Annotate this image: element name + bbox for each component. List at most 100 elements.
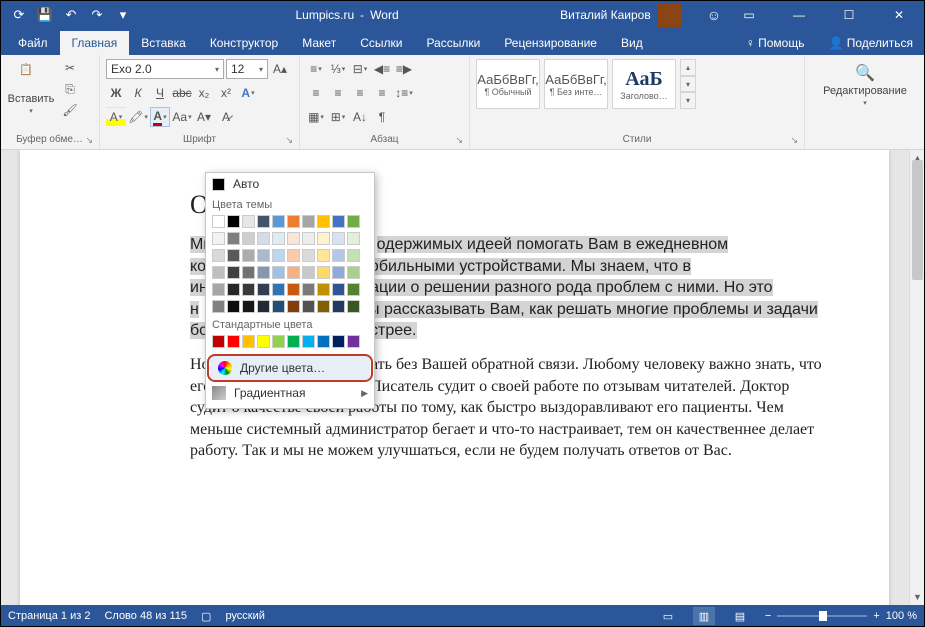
copy-button[interactable]: ⎘	[60, 80, 80, 98]
zoom-in[interactable]: +	[873, 610, 879, 622]
color-swatch[interactable]	[227, 266, 240, 279]
vertical-scrollbar[interactable]: ▲ ▼	[909, 150, 925, 605]
color-swatch[interactable]	[227, 300, 240, 313]
color-swatch[interactable]	[347, 300, 360, 313]
color-swatch[interactable]	[242, 215, 255, 228]
color-swatch[interactable]	[212, 300, 225, 313]
tab-review[interactable]: Рецензирование	[492, 31, 609, 55]
line-spacing[interactable]: ↕≡	[394, 83, 414, 103]
align-center[interactable]: ≡	[328, 83, 348, 103]
clipboard-launcher[interactable]: ↘	[85, 135, 93, 146]
color-swatch[interactable]	[272, 283, 285, 296]
color-swatch[interactable]	[287, 232, 300, 245]
color-swatch[interactable]	[302, 266, 315, 279]
tab-share[interactable]: 👤 Поделиться	[816, 31, 925, 55]
color-swatch[interactable]	[272, 215, 285, 228]
color-swatch[interactable]	[287, 283, 300, 296]
minimize-button[interactable]: —	[777, 0, 821, 30]
tab-help[interactable]: ♀ Помощь	[734, 31, 817, 55]
paragraph-launcher[interactable]: ↘	[455, 135, 463, 146]
format-painter[interactable]: 🖌	[60, 101, 80, 119]
color-swatch[interactable]	[302, 249, 315, 262]
status-words[interactable]: Слово 48 из 115	[104, 610, 187, 622]
view-print[interactable]: ▥	[693, 607, 715, 625]
zoom-out[interactable]: −	[765, 610, 771, 622]
zoom-slider[interactable]	[777, 615, 867, 617]
save-button[interactable]: 💾	[34, 4, 56, 26]
color-swatch[interactable]	[272, 335, 285, 348]
styles-launcher[interactable]: ↘	[790, 135, 798, 146]
color-swatch[interactable]	[317, 283, 330, 296]
color-swatch[interactable]	[257, 232, 270, 245]
tab-references[interactable]: Ссылки	[348, 31, 414, 55]
multilevel[interactable]: ⊟	[350, 59, 370, 79]
color-swatch[interactable]	[257, 215, 270, 228]
tab-layout[interactable]: Макет	[290, 31, 348, 55]
justify[interactable]: ≡	[372, 83, 392, 103]
color-swatch[interactable]	[317, 215, 330, 228]
color-swatch[interactable]	[212, 249, 225, 262]
change-case[interactable]: Aa	[172, 107, 192, 127]
color-swatch[interactable]	[347, 335, 360, 348]
color-swatch[interactable]	[212, 283, 225, 296]
clear-formatting[interactable]: A̷	[216, 107, 236, 127]
color-swatch[interactable]	[347, 266, 360, 279]
color-swatch[interactable]	[227, 215, 240, 228]
grow-font[interactable]: A▴	[270, 59, 290, 79]
numbering[interactable]: ⅓	[328, 59, 348, 79]
color-swatch[interactable]	[287, 249, 300, 262]
document-area[interactable]: О на Мы – одержимых идеей помогать Вам в…	[0, 150, 909, 605]
color-swatch[interactable]	[272, 232, 285, 245]
cut-button[interactable]: ✂	[60, 59, 80, 77]
feedback-icon[interactable]: ☺	[707, 7, 721, 23]
status-spellcheck-icon[interactable]: ▢	[201, 610, 211, 623]
color-swatch[interactable]	[332, 335, 345, 348]
color-swatch[interactable]	[302, 335, 315, 348]
color-swatch[interactable]	[317, 266, 330, 279]
color-swatch[interactable]	[302, 215, 315, 228]
autosave-toggle[interactable]: ⟳	[8, 4, 30, 26]
color-swatch[interactable]	[332, 215, 345, 228]
color-auto[interactable]: Авто	[206, 173, 374, 195]
maximize-button[interactable]: ☐	[827, 0, 871, 30]
color-swatch[interactable]	[332, 249, 345, 262]
ribbon-display-options[interactable]: ▭	[727, 0, 771, 30]
view-read[interactable]: ▭	[657, 607, 679, 625]
underline-button[interactable]: Ч	[150, 83, 170, 103]
color-swatch[interactable]	[257, 300, 270, 313]
sort[interactable]: A↓	[350, 107, 370, 127]
color-swatch[interactable]	[242, 283, 255, 296]
tab-home[interactable]: Главная	[60, 31, 130, 55]
color-swatch[interactable]	[272, 300, 285, 313]
tab-file[interactable]: Файл	[6, 31, 60, 55]
text-effects[interactable]: A	[238, 83, 258, 103]
tab-mailings[interactable]: Рассылки	[414, 31, 492, 55]
color-swatch[interactable]	[242, 249, 255, 262]
color-swatch[interactable]	[347, 283, 360, 296]
color-swatch[interactable]	[302, 232, 315, 245]
close-button[interactable]: ✕	[877, 0, 921, 30]
style-heading1[interactable]: АаБ Заголово…	[612, 59, 676, 109]
strikethrough-button[interactable]: abc	[172, 83, 192, 103]
color-swatch[interactable]	[347, 249, 360, 262]
color-swatch[interactable]	[287, 266, 300, 279]
color-swatch[interactable]	[317, 249, 330, 262]
styles-gallery-more[interactable]: ▴▾▾	[680, 59, 696, 109]
color-swatch[interactable]	[287, 215, 300, 228]
style-no-spacing[interactable]: АаБбВвГг, ¶ Без инте…	[544, 59, 608, 109]
color-swatch[interactable]	[242, 300, 255, 313]
style-normal[interactable]: АаБбВвГг, ¶ Обычный	[476, 59, 540, 109]
color-swatch[interactable]	[347, 232, 360, 245]
color-swatch[interactable]	[227, 249, 240, 262]
color-swatch[interactable]	[317, 300, 330, 313]
tab-insert[interactable]: Вставка	[129, 31, 198, 55]
bullets[interactable]: ≡	[306, 59, 326, 79]
color-swatch[interactable]	[272, 266, 285, 279]
color-swatch[interactable]	[287, 300, 300, 313]
color-swatch[interactable]	[242, 335, 255, 348]
color-swatch[interactable]	[332, 266, 345, 279]
superscript-button[interactable]: x²	[216, 83, 236, 103]
color-swatch[interactable]	[332, 300, 345, 313]
color-swatch[interactable]	[212, 232, 225, 245]
color-swatch[interactable]	[242, 232, 255, 245]
